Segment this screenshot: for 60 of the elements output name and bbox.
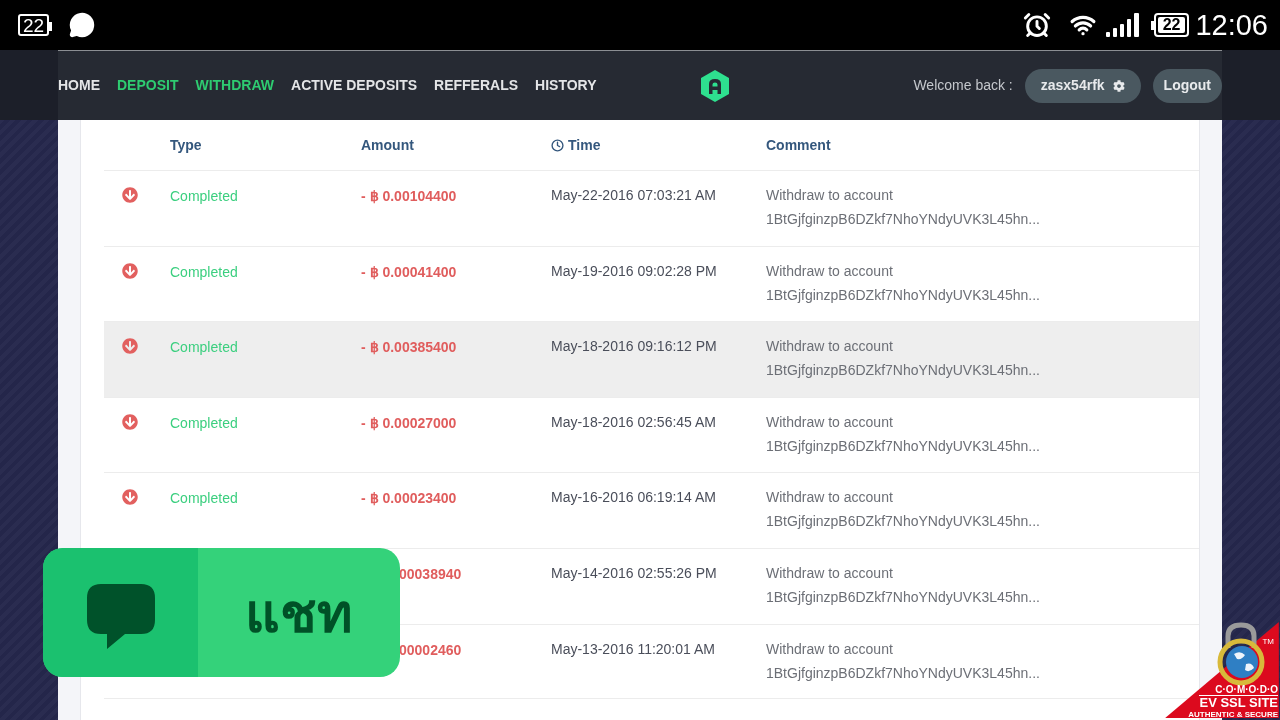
status-text: Completed xyxy=(170,339,238,356)
comment-text: Withdraw to account 1BtGjfginzpB6DZkf7NhoYNdyUVK3L45hn... xyxy=(766,412,1041,456)
comment-text: Withdraw to account 1BtGjfginzpB6DZkf7NhoYNdyUVK3L45hn... xyxy=(766,337,1041,381)
comment-text: Withdraw to account 1BtGjfginzpB6DZkf7NhoYNdyUVK3L45hn... xyxy=(766,488,1041,532)
time-text: May-13-2016 11:20:01 AM xyxy=(551,640,715,657)
hexagon-logo-icon[interactable] xyxy=(700,69,729,102)
seal-brand-text: C·O·M·O·D·O xyxy=(1215,684,1278,695)
comment-text: Withdraw to account 1BtGjfginzpB6DZkf7NhoYNdyUVK3L45hn... xyxy=(766,639,1041,683)
signal-bars-icon xyxy=(1105,13,1139,37)
clock-icon xyxy=(551,138,564,152)
time-text: May-22-2016 07:03:21 AM xyxy=(551,187,716,203)
logout-button[interactable]: Logout xyxy=(1152,68,1222,103)
time-text: May-14-2016 02:55:26 PM xyxy=(551,564,717,581)
amount-text: - ฿ 0.00385400 xyxy=(361,339,457,356)
amount-text: - ฿ 0.00041400 xyxy=(361,263,457,280)
nav-link[interactable]: REFFERALS xyxy=(434,75,519,96)
nav-link[interactable]: WITHDRAW xyxy=(195,75,274,96)
status-text: Completed xyxy=(170,263,238,280)
amount-text: - ฿ 0.00027000 xyxy=(361,414,457,431)
clock-time: 12:06 xyxy=(1195,10,1268,40)
comment-text: Withdraw to account 1BtGjfginzpB6DZkf7NhoYNdyUVK3L45hn... xyxy=(766,186,1041,229)
amount-text: - ฿ 0.00104400 xyxy=(361,188,457,204)
nav-link[interactable]: DEPOSIT xyxy=(117,75,179,96)
battery-indicator: 22 xyxy=(1150,13,1190,37)
nav-link[interactable]: HOME xyxy=(58,75,100,96)
battery-percent-indicator: 22 xyxy=(18,14,53,36)
comment-text: Withdraw to account 1BtGjfginzpB6DZkf7NhoYNdyUVK3L45hn... xyxy=(766,563,1041,607)
user-menu-button[interactable]: zasx54rfk xyxy=(1024,68,1141,103)
time-text: May-18-2016 09:16:12 PM xyxy=(551,338,717,355)
nav-link[interactable]: ACTIVE DEPOSITS xyxy=(291,75,418,96)
alarm-clock-icon xyxy=(1022,11,1051,39)
time-text: May-18-2016 02:56:45 AM xyxy=(551,413,716,430)
trademark-text: TM xyxy=(1262,638,1274,646)
down-arrow-icon xyxy=(122,338,138,355)
comment-text: Withdraw to account 1BtGjfginzpB6DZkf7NhoYNdyUVK3L45hn... xyxy=(766,261,1041,305)
status-text: Completed xyxy=(170,414,238,431)
down-arrow-icon xyxy=(122,489,138,506)
status-text: Completed xyxy=(170,188,238,204)
down-arrow-icon xyxy=(122,187,138,203)
column-header: Comment xyxy=(766,135,831,155)
amount-text: - ฿ 0.00023400 xyxy=(361,490,457,507)
amount-text: 00038940 xyxy=(399,565,462,582)
seal-subtitle-text: AUTHENTIC & SECURE xyxy=(1188,710,1278,719)
status-text: Completed xyxy=(170,490,238,507)
highlighted-row[interactable]: Completed - ฿ 0.00385400 May-18-2016 09:16:12 PM Withdraw to account 1BtGjfginzpB6DZkf7NhoYNdyUVK3L45hn... xyxy=(104,321,1199,397)
amount-text: 00002460 xyxy=(399,641,462,658)
column-header: Amount xyxy=(361,135,414,155)
down-arrow-icon xyxy=(122,262,138,279)
time-text: May-19-2016 09:02:28 PM xyxy=(551,262,717,279)
settings-icon xyxy=(1112,79,1125,92)
nav-link[interactable]: HISTORY xyxy=(535,75,597,96)
column-header: Time xyxy=(568,135,601,155)
speech-bubble-icon xyxy=(86,584,155,649)
seal-title-text: EV SSL SITE xyxy=(1199,695,1278,710)
chat-button[interactable]: แชท xyxy=(43,548,400,677)
chat-bubble-icon xyxy=(69,12,96,38)
welcome-text: Welcome back : xyxy=(913,76,1013,95)
time-text: May-16-2016 06:19:14 AM xyxy=(551,489,716,506)
down-arrow-icon xyxy=(122,413,138,430)
column-header: Type xyxy=(170,135,202,155)
